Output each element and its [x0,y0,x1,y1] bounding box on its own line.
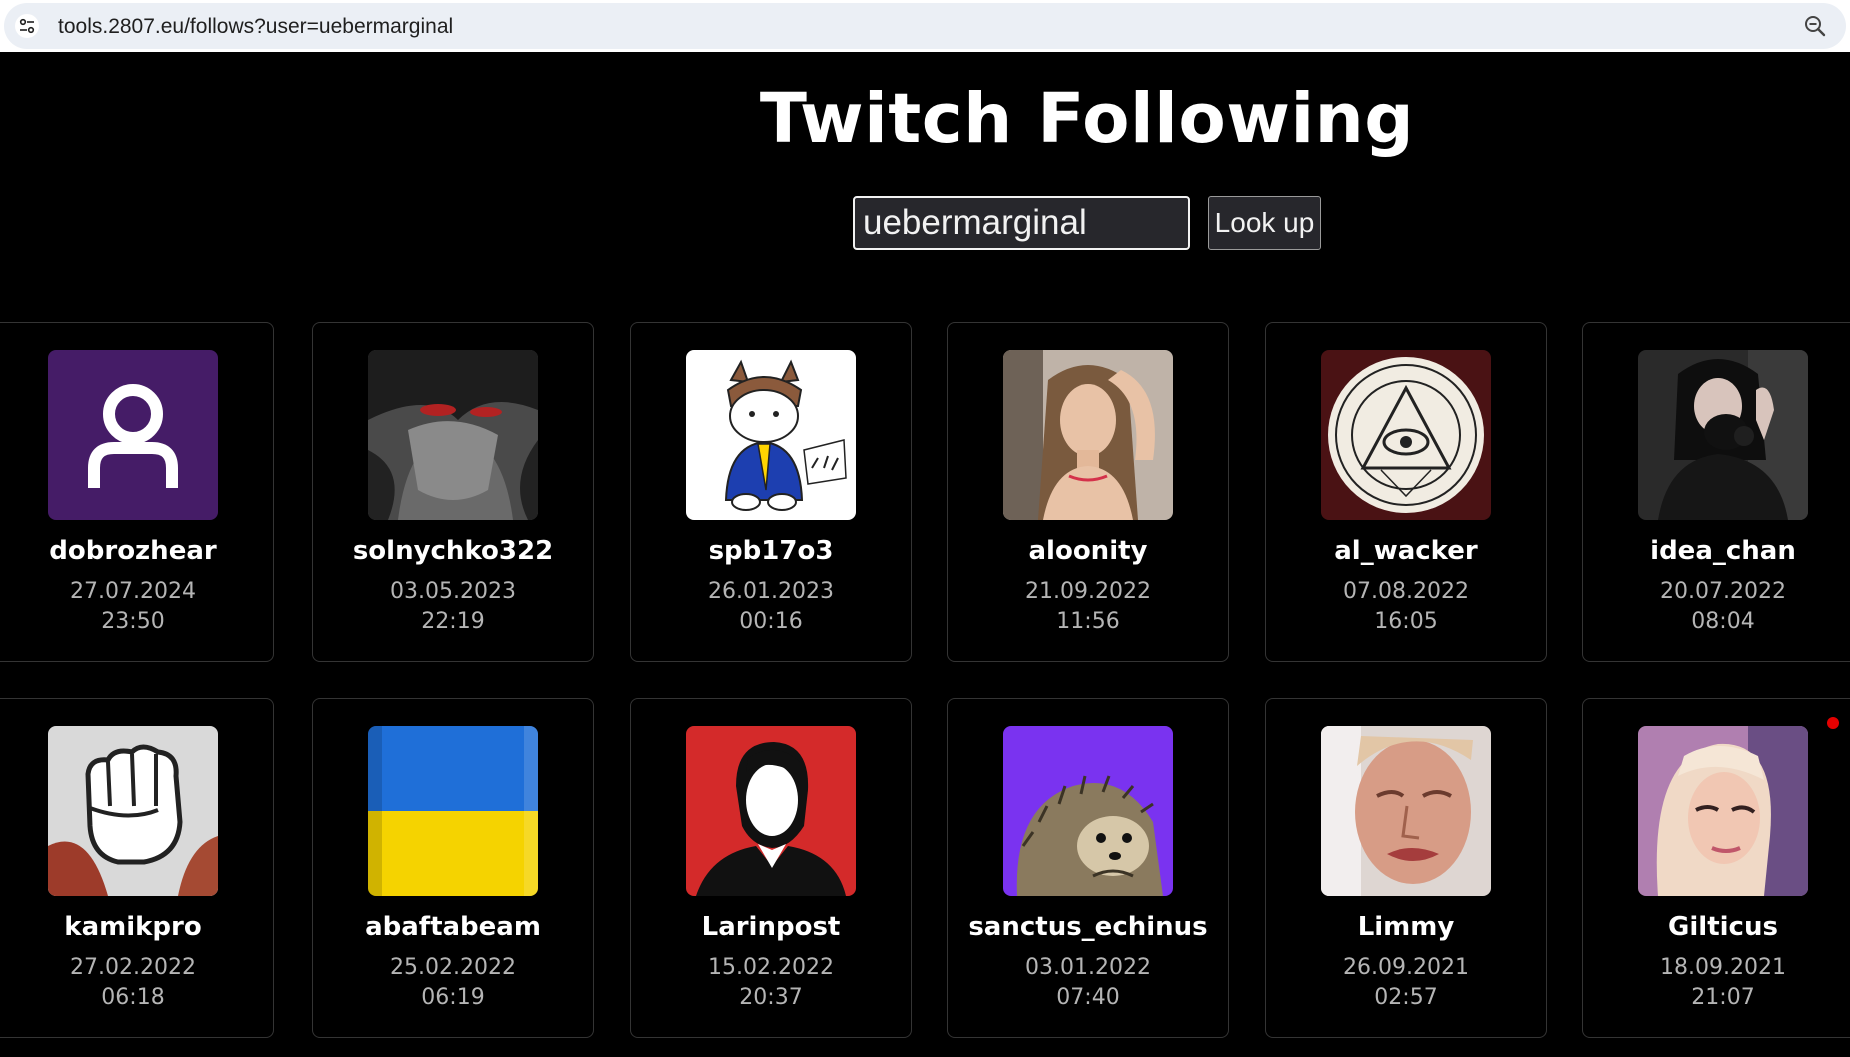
fist-avatar [48,726,218,896]
channel-card[interactable]: Larinpost 15.02.2022 20:37 [630,698,912,1038]
follow-date: 15.02.2022 [708,955,834,980]
face-photo-avatar [1321,726,1491,896]
eye-pyramid-seal-avatar [1321,350,1491,520]
follow-time: 06:18 [101,985,165,1010]
channel-name[interactable]: sanctus_echinus [948,910,1228,944]
channel-name[interactable]: solnychko322 [313,534,593,568]
follow-time: 22:19 [421,609,485,634]
channel-name[interactable]: spb17o3 [631,534,911,568]
ukraine-flag-avatar [368,726,538,896]
channel-card[interactable]: dobrozhear 27.07.2024 23:50 [0,322,274,662]
hedgehog-avatar [1003,726,1173,896]
channel-card[interactable]: Gilticus 18.09.2021 21:07 [1582,698,1850,1038]
channel-card[interactable]: al_wacker 07.08.2022 16:05 [1265,322,1547,662]
follow-date: 03.05.2023 [390,579,516,604]
channel-name[interactable]: aloonity [948,534,1228,568]
default-user-avatar [48,350,218,520]
channel-name[interactable]: Gilticus [1583,910,1850,944]
girl-photo-avatar [1003,350,1173,520]
follow-date: 26.09.2021 [1343,955,1469,980]
follow-time: 21:07 [1691,985,1755,1010]
follow-time: 08:04 [1691,609,1755,634]
channel-name[interactable]: dobrozhear [0,534,273,568]
follow-time: 00:16 [739,609,803,634]
channel-card[interactable]: abaftabeam 25.02.2022 06:19 [312,698,594,1038]
follow-time: 06:19 [421,985,485,1010]
follow-date: 25.02.2022 [390,955,516,980]
notification-indicator [1827,717,1839,729]
channel-card[interactable]: Limmy 26.09.2021 02:57 [1265,698,1547,1038]
silhouette-avatar [686,726,856,896]
channel-card[interactable]: aloonity 21.09.2022 11:56 [947,322,1229,662]
follow-date: 03.01.2022 [1025,955,1151,980]
follow-time: 11:56 [1056,609,1120,634]
follow-time: 20:37 [739,985,803,1010]
follow-date: 18.09.2021 [1660,955,1786,980]
follow-date: 07.08.2022 [1343,579,1469,604]
follow-date: 21.09.2022 [1025,579,1151,604]
channel-card[interactable]: sanctus_echinus 03.01.2022 07:40 [947,698,1229,1038]
blonde-girl-photo-avatar [1638,726,1808,896]
channel-card[interactable]: idea_chan 20.07.2022 08:04 [1582,322,1850,662]
follow-date: 27.02.2022 [70,955,196,980]
channel-name[interactable]: al_wacker [1266,534,1546,568]
gas-mask-photo-avatar [1638,350,1808,520]
cartoon-cat-avatar [686,350,856,520]
follow-date: 26.01.2023 [708,579,834,604]
follows-grid: dobrozhear 27.07.2024 23:50 solnychko322… [0,0,1850,1057]
dark-anime-avatar [368,350,538,520]
follow-date: 20.07.2022 [1660,579,1786,604]
follow-time: 23:50 [101,609,165,634]
channel-card[interactable]: solnychko322 03.05.2023 22:19 [312,322,594,662]
follow-date: 27.07.2024 [70,579,196,604]
channel-card[interactable]: spb17o3 26.01.2023 00:16 [630,322,912,662]
channel-name[interactable]: idea_chan [1583,534,1850,568]
follow-time: 16:05 [1374,609,1438,634]
follow-time: 07:40 [1056,985,1120,1010]
follow-time: 02:57 [1374,985,1438,1010]
channel-card[interactable]: kamikpro 27.02.2022 06:18 [0,698,274,1038]
channel-name[interactable]: Larinpost [631,910,911,944]
channel-name[interactable]: kamikpro [0,910,273,944]
channel-name[interactable]: abaftabeam [313,910,593,944]
channel-name[interactable]: Limmy [1266,910,1546,944]
